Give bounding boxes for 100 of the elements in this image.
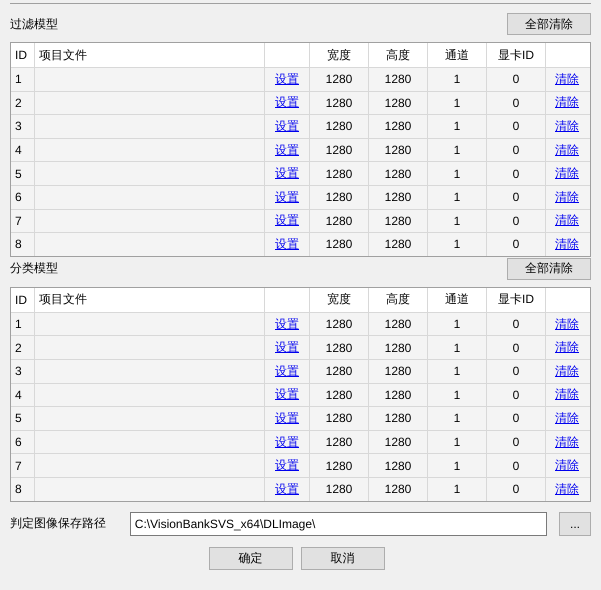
table-cell: 3 bbox=[15, 119, 22, 134]
column-header: 显卡ID bbox=[498, 291, 534, 308]
table-cell: 1280 bbox=[384, 435, 412, 450]
save-path-label: 判定图像保存路径 bbox=[10, 515, 107, 532]
clear-link[interactable]: 清除 bbox=[555, 457, 579, 474]
clear-link[interactable]: 清除 bbox=[555, 386, 579, 404]
table-cell: 1 bbox=[15, 317, 22, 332]
table-cell: 1280 bbox=[384, 166, 412, 181]
settings-link[interactable]: 设置 bbox=[275, 410, 299, 427]
table-cell: 0 bbox=[512, 482, 520, 496]
table-cell: 4 bbox=[15, 388, 22, 402]
clear-link[interactable]: 清除 bbox=[555, 316, 579, 333]
settings-link[interactable]: 设置 bbox=[275, 165, 299, 182]
table-cell: 1280 bbox=[326, 411, 352, 426]
settings-link[interactable]: 设置 bbox=[275, 188, 299, 206]
table-cell: 0 bbox=[512, 458, 520, 473]
table-cell: 1280 bbox=[384, 237, 412, 252]
table-cell: 1 bbox=[454, 72, 460, 86]
settings-link[interactable]: 设置 bbox=[275, 339, 299, 356]
column-header: 通道 bbox=[445, 46, 469, 64]
table-cell: 1 bbox=[454, 364, 460, 378]
settings-link[interactable]: 设置 bbox=[275, 94, 299, 112]
table-cell: 2 bbox=[15, 96, 22, 110]
clear-all-button[interactable]: 全部清除 bbox=[507, 258, 591, 280]
table-cell: 0 bbox=[512, 388, 520, 402]
table-cell: 0 bbox=[512, 96, 520, 110]
table-cell: 1280 bbox=[326, 482, 352, 496]
table-cell: 8 bbox=[15, 237, 22, 252]
table-cell: 1 bbox=[454, 214, 460, 228]
clear-link[interactable]: 清除 bbox=[555, 118, 579, 135]
table-cell: 1280 bbox=[384, 96, 412, 110]
column-header: 通道 bbox=[445, 291, 469, 308]
clear-link[interactable]: 清除 bbox=[555, 142, 579, 159]
table-cell: 1 bbox=[15, 72, 22, 86]
column-header: 高度 bbox=[386, 291, 410, 308]
table-cell: 1 bbox=[454, 458, 460, 473]
table-cell: 5 bbox=[15, 166, 22, 181]
table-cell: 1 bbox=[454, 482, 460, 496]
table-cell: 1280 bbox=[384, 119, 412, 134]
table-cell: 1280 bbox=[384, 317, 412, 332]
clear-link[interactable]: 清除 bbox=[555, 434, 579, 451]
table-cell: 1280 bbox=[384, 458, 412, 473]
settings-link[interactable]: 设置 bbox=[275, 212, 299, 230]
clear-link[interactable]: 清除 bbox=[555, 70, 579, 88]
table-cell: 1280 bbox=[326, 72, 352, 86]
clear-link[interactable]: 清除 bbox=[555, 339, 579, 356]
clear-link[interactable]: 清除 bbox=[555, 212, 579, 230]
browse-button[interactable]: ... bbox=[559, 512, 591, 536]
settings-link[interactable]: 设置 bbox=[275, 70, 299, 88]
settings-link[interactable]: 设置 bbox=[275, 457, 299, 474]
table-cell: 1280 bbox=[326, 96, 352, 110]
table-cell: 7 bbox=[15, 214, 22, 228]
clear-all-button[interactable]: 全部清除 bbox=[507, 13, 591, 35]
clear-link[interactable]: 清除 bbox=[555, 480, 579, 498]
clear-link[interactable]: 清除 bbox=[555, 165, 579, 182]
section-title: 分类模型 bbox=[10, 260, 58, 278]
settings-link[interactable]: 设置 bbox=[275, 362, 299, 380]
table-cell: 1280 bbox=[384, 190, 412, 204]
settings-link[interactable]: 设置 bbox=[275, 142, 299, 159]
table-cell: 6 bbox=[15, 190, 22, 204]
table-cell: 1280 bbox=[326, 166, 352, 181]
table-cell: 1280 bbox=[384, 482, 412, 496]
clear-link[interactable]: 清除 bbox=[555, 236, 579, 253]
table-cell: 1 bbox=[454, 340, 460, 355]
dialog-button[interactable]: 取消 bbox=[300, 546, 384, 570]
table-cell: 1 bbox=[454, 237, 460, 252]
table-cell: 1280 bbox=[384, 214, 412, 228]
table-cell: 7 bbox=[15, 458, 22, 473]
clear-link[interactable]: 清除 bbox=[555, 94, 579, 112]
column-header: ID bbox=[15, 48, 27, 62]
table-cell: 1 bbox=[454, 166, 460, 181]
section-title: 过滤模型 bbox=[10, 16, 58, 32]
settings-link[interactable]: 设置 bbox=[275, 316, 299, 333]
table-cell: 0 bbox=[512, 190, 520, 204]
table-cell: 1 bbox=[454, 190, 460, 204]
table-cell: 1280 bbox=[326, 340, 352, 355]
table-cell: 0 bbox=[512, 72, 520, 86]
settings-link[interactable]: 设置 bbox=[275, 236, 299, 253]
table-cell: 0 bbox=[512, 143, 520, 158]
table-cell: 1280 bbox=[326, 237, 352, 252]
settings-link[interactable]: 设置 bbox=[275, 480, 299, 498]
table-cell: 1280 bbox=[326, 317, 352, 332]
table-cell: 1280 bbox=[384, 388, 412, 402]
clear-link[interactable]: 清除 bbox=[555, 362, 579, 380]
settings-link[interactable]: 设置 bbox=[275, 434, 299, 451]
dialog-button[interactable]: 确定 bbox=[208, 546, 292, 570]
clear-link[interactable]: 清除 bbox=[555, 410, 579, 427]
table-cell: 3 bbox=[15, 364, 22, 378]
column-header: 宽度 bbox=[327, 46, 351, 64]
table-cell: 1280 bbox=[326, 388, 352, 402]
clear-link[interactable]: 清除 bbox=[555, 188, 579, 206]
save-path-field[interactable]: C:\VisionBankSVS_x64\DLImage\ bbox=[130, 512, 548, 536]
table-cell: 0 bbox=[512, 237, 520, 252]
column-header: 显卡ID bbox=[498, 46, 534, 64]
table-cell: 1 bbox=[454, 143, 460, 158]
table-cell: 6 bbox=[15, 435, 22, 450]
table-cell: 4 bbox=[15, 143, 22, 158]
table-cell: 5 bbox=[15, 411, 22, 426]
settings-link[interactable]: 设置 bbox=[275, 118, 299, 135]
settings-link[interactable]: 设置 bbox=[275, 386, 299, 404]
